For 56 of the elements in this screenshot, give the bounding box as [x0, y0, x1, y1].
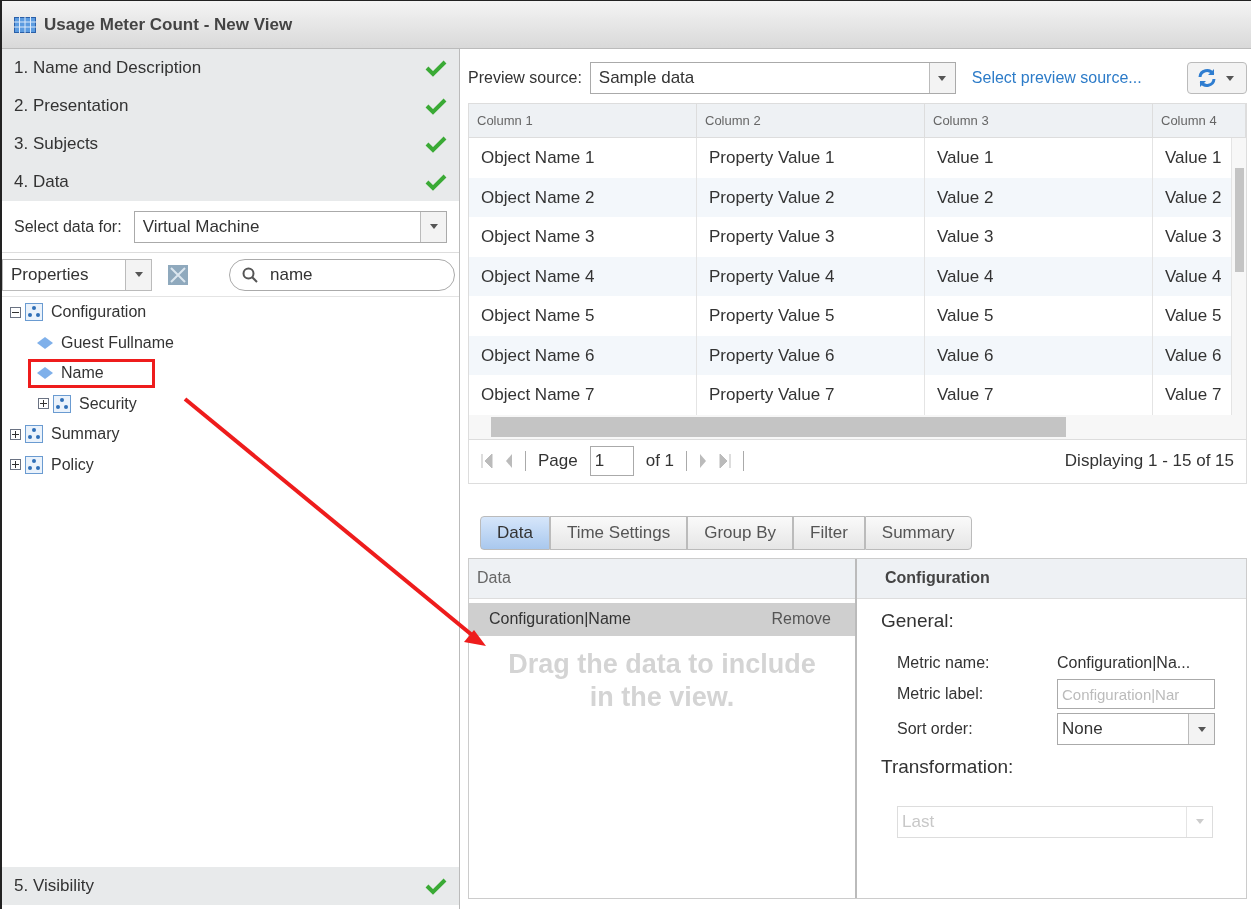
tree-item[interactable]: Name [61, 361, 104, 386]
table-cell: Value 1 [925, 138, 1153, 178]
metric-label-input[interactable]: Configuration|Nar [1057, 679, 1215, 709]
properties-select[interactable]: Properties [2, 258, 152, 291]
tab[interactable]: Summary [864, 515, 972, 550]
table-cell: Value 5 [925, 296, 1153, 336]
table-cell: Object Name 7 [469, 375, 697, 415]
column-header[interactable]: Column 2 [697, 104, 925, 137]
page-label: Page [538, 450, 578, 473]
tree-item[interactable]: Policy [51, 452, 94, 477]
step-item[interactable]: 3. Subjects [2, 125, 459, 163]
step-item[interactable]: 4. Data [2, 163, 459, 201]
metric-name-value: Configuration|Na... [1057, 653, 1192, 673]
tree-item[interactable]: Summary [51, 422, 120, 447]
step-item[interactable]: 5. Visibility [2, 867, 459, 905]
step-item[interactable]: 1. Name and Description [2, 49, 459, 87]
tree-item[interactable]: Security [79, 391, 137, 416]
field-label: Sort order: [897, 719, 974, 739]
tab[interactable]: Time Settings [549, 515, 688, 550]
page-count: of 1 [645, 450, 675, 473]
tree-item[interactable]: Configuration [51, 300, 147, 325]
step-item[interactable]: 2. Presentation [2, 87, 459, 125]
table-cell: Property Value 1 [697, 138, 925, 178]
preview-source-select[interactable]: Sample data [589, 62, 956, 94]
sort-order-select[interactable]: None [1057, 713, 1215, 745]
table-cell: Property Value 7 [697, 375, 925, 415]
tab[interactable]: Filter [793, 515, 865, 550]
section-title: Transformation: [881, 755, 1015, 779]
tab[interactable]: Group By [687, 515, 794, 550]
section-title: General: [881, 608, 955, 633]
field-label: Metric name: [897, 653, 991, 673]
table-cell: Property Value 3 [697, 217, 925, 257]
table-cell: Object Name 5 [469, 296, 697, 336]
column-header[interactable]: Column 1 [469, 104, 697, 137]
displaying-count: Displaying 1 - 15 of 15 [1064, 450, 1234, 473]
select-data-label: Select data for: [14, 216, 122, 237]
column-header[interactable]: Column 3 [925, 104, 1153, 137]
data-item[interactable]: Configuration|Name Remove [469, 602, 855, 636]
remove-link[interactable]: Remove [771, 607, 831, 631]
column-header[interactable]: Column 4 [1153, 104, 1246, 137]
preview-source-label: Preview source: [468, 68, 582, 88]
panel-header: Configuration [857, 558, 1246, 599]
tab[interactable]: Data [480, 515, 550, 550]
table-cell: Property Value 5 [697, 296, 925, 336]
window-title: Usage Meter Count - New View [44, 13, 293, 36]
page-input[interactable]: 1 [589, 446, 634, 476]
object-type-select[interactable]: Virtual Machine [133, 210, 447, 243]
select-preview-source-link[interactable]: Select preview source... [971, 66, 1142, 90]
table-cell: Value 3 [925, 217, 1153, 257]
table-cell: Value 7 [925, 375, 1153, 415]
data-item-label: Configuration|Name [489, 609, 631, 629]
tree-item[interactable]: Guest Fullname [61, 330, 174, 355]
table-cell: Object Name 3 [469, 217, 697, 257]
panel-header: Data [469, 558, 855, 599]
field-label: Metric label: [897, 684, 985, 704]
table-cell: Object Name 1 [469, 138, 697, 178]
